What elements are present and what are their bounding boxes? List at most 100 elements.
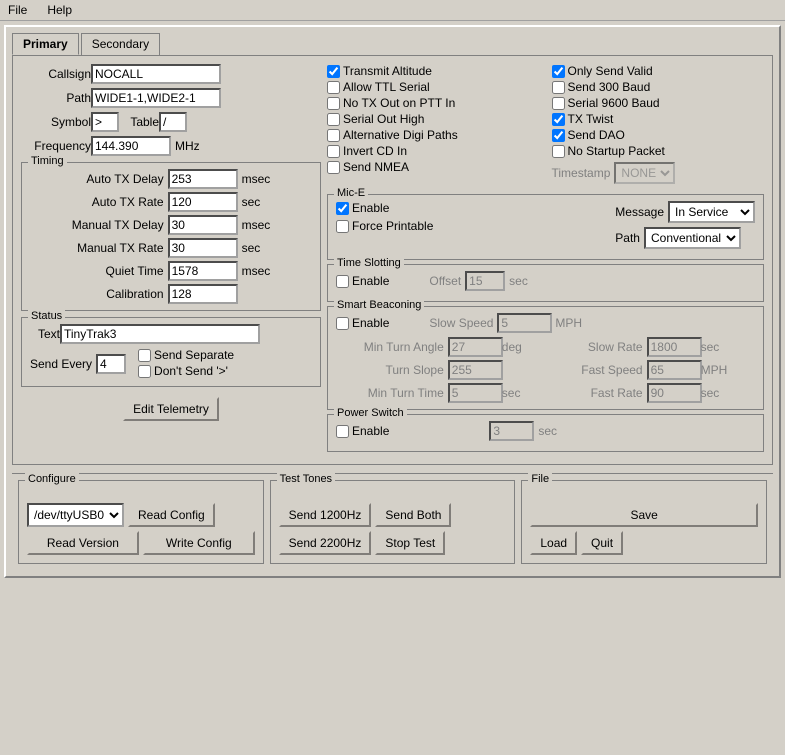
turn-slope-input[interactable] [448,360,503,380]
menu-help[interactable]: Help [43,2,76,18]
invert-cd-label: Invert CD In [343,144,407,158]
calibration-label: Calibration [30,287,164,301]
edit-telemetry-button[interactable]: Edit Telemetry [123,397,219,421]
timing-group: Timing Auto TX Delay msec Auto TX Rate s… [21,162,321,311]
auto-tx-rate-unit: sec [242,195,312,209]
mic-e-right: Message In Service En Route In Range Ret… [615,201,755,253]
send-300-baud-checkbox[interactable] [552,81,565,94]
callsign-input[interactable] [91,64,221,84]
mic-e-message-select[interactable]: In Service En Route In Range Returning C… [668,201,755,223]
power-switch-enable-checkbox[interactable] [336,425,349,438]
quiet-time-label: Quiet Time [30,264,164,278]
device-select[interactable]: /dev/ttyUSB0 /dev/ttyUSB1 /dev/ttyS0 [27,503,124,527]
save-button[interactable]: Save [530,503,758,527]
menu-file[interactable]: File [4,2,31,18]
timing-title: Timing [28,155,67,167]
tab-primary[interactable]: Primary [12,33,79,55]
allow-ttl-serial-checkbox[interactable] [327,81,340,94]
smart-beaconing-enable-checkbox[interactable] [336,317,349,330]
read-config-button[interactable]: Read Config [128,503,215,527]
manual-tx-delay-unit: msec [242,218,312,232]
configure-row1: /dev/ttyUSB0 /dev/ttyUSB1 /dev/ttyS0 Rea… [27,503,255,527]
read-version-button[interactable]: Read Version [27,531,139,555]
timing-grid: Auto TX Delay msec Auto TX Rate sec Manu… [30,169,312,304]
min-turn-time-unit: sec [502,386,550,400]
serial-9600-baud-label: Serial 9600 Baud [568,96,660,110]
calibration-input[interactable] [168,284,238,304]
time-slotting-offset-input[interactable] [465,271,505,291]
alt-digi-paths-label: Alternative Digi Paths [343,128,458,142]
send-2200hz-button[interactable]: Send 2200Hz [279,531,372,555]
send-nmea-row: Send NMEA [327,160,540,174]
allow-ttl-serial-row: Allow TTL Serial [327,80,540,94]
send-every-input[interactable] [96,354,126,374]
send-separate-checkbox[interactable] [138,349,151,362]
send-nmea-checkbox[interactable] [327,161,340,174]
symbol-input[interactable] [91,112,119,132]
tx-twist-row: TX Twist [552,112,765,126]
slow-rate-input[interactable] [647,337,702,357]
no-startup-packet-checkbox[interactable] [552,145,565,158]
fast-speed-input[interactable] [647,360,702,380]
auto-tx-rate-input[interactable] [168,192,238,212]
serial-out-high-checkbox[interactable] [327,113,340,126]
slow-speed-unit: MPH [555,316,582,330]
send-separate-label: Send Separate [154,348,234,362]
transmit-altitude-checkbox[interactable] [327,65,340,78]
send-dao-checkbox[interactable] [552,129,565,142]
tab-secondary[interactable]: Secondary [81,33,160,55]
fast-rate-input[interactable] [647,383,702,403]
mic-e-enable-label: Enable [352,201,389,215]
test-tones-row1: Send 1200Hz Send Both [279,503,507,527]
power-switch-group: Power Switch Enable sec [327,414,764,452]
slow-speed-input[interactable] [497,313,552,333]
smart-beaconing-enable-row: Enable Slow Speed MPH [336,313,755,333]
stop-test-button[interactable]: Stop Test [375,531,445,555]
auto-tx-delay-input[interactable] [168,169,238,189]
send-both-button[interactable]: Send Both [375,503,451,527]
send-300-baud-row: Send 300 Baud [552,80,765,94]
status-text-input[interactable] [60,324,260,344]
timestamp-select[interactable]: NONE [614,162,675,184]
auto-tx-delay-unit: msec [242,172,312,186]
configure-group: Configure /dev/ttyUSB0 /dev/ttyUSB1 /dev… [18,480,264,564]
min-turn-angle-input[interactable] [448,337,503,357]
mic-e-force-printable-checkbox[interactable] [336,220,349,233]
time-slotting-enable-checkbox[interactable] [336,275,349,288]
quiet-time-input[interactable] [168,261,238,281]
smart-beaconing-grid: Min Turn Angle deg Slow Rate sec Turn Sl… [336,337,755,403]
file-row2: Load Quit [530,531,758,555]
transmit-altitude-label: Transmit Altitude [343,64,432,78]
test-tones-group: Test Tones Send 1200Hz Send Both Send 22… [270,480,516,564]
only-send-valid-checkbox[interactable] [552,65,565,78]
table-input[interactable] [159,112,187,132]
manual-tx-rate-input[interactable] [168,238,238,258]
bottom-bar: Configure /dev/ttyUSB0 /dev/ttyUSB1 /dev… [12,473,773,570]
manual-tx-delay-input[interactable] [168,215,238,235]
power-switch-value-input[interactable] [489,421,534,441]
time-slotting-group: Time Slotting Enable Offset sec [327,264,764,302]
tx-twist-checkbox[interactable] [552,113,565,126]
dont-send-gt-checkbox[interactable] [138,365,151,378]
load-button[interactable]: Load [530,531,577,555]
serial-9600-baud-checkbox[interactable] [552,97,565,110]
right-column: Transmit Altitude Allow TTL Serial No TX… [327,64,764,456]
test-tones-title: Test Tones [277,473,335,485]
frequency-input[interactable] [91,136,171,156]
manual-tx-delay-label: Manual TX Delay [30,218,164,232]
send-1200hz-button[interactable]: Send 1200Hz [279,503,372,527]
write-config-button[interactable]: Write Config [143,531,255,555]
min-turn-time-input[interactable] [448,383,503,403]
invert-cd-checkbox[interactable] [327,145,340,158]
slow-rate-label: Slow Rate [554,340,643,354]
smart-beaconing-title: Smart Beaconing [334,299,424,311]
mic-e-path-label: Path [615,231,640,245]
min-turn-time-label: Min Turn Time [336,386,444,400]
mic-e-enable-checkbox[interactable] [336,202,349,215]
path-input[interactable] [91,88,221,108]
mic-e-message-row: Message In Service En Route In Range Ret… [615,201,755,223]
mic-e-path-select[interactable]: Conventional Wide1-1 Wide2-2 [644,227,741,249]
no-tx-out-checkbox[interactable] [327,97,340,110]
quit-button[interactable]: Quit [581,531,623,555]
alt-digi-paths-checkbox[interactable] [327,129,340,142]
